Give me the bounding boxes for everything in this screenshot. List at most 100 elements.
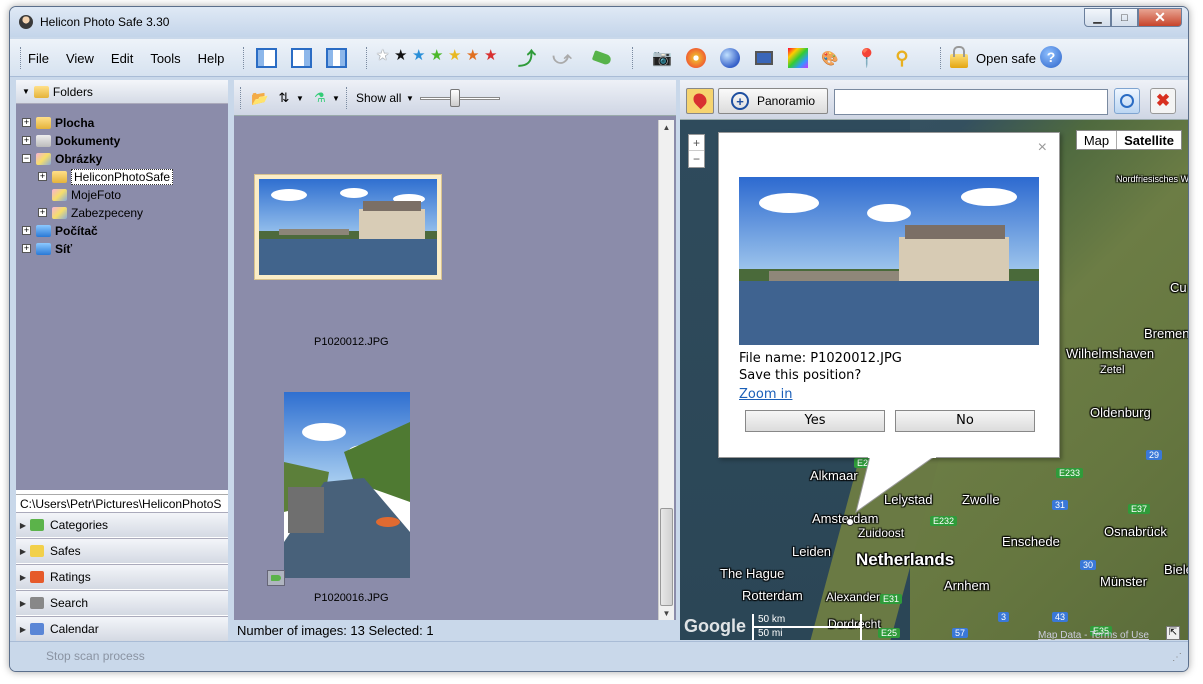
- tag-badge-icon[interactable]: [267, 570, 285, 586]
- popup-zoom-link[interactable]: Zoom in: [739, 387, 792, 402]
- map-pin-icon[interactable]: ⚲: [890, 46, 914, 70]
- tree-item-zabezpeceny[interactable]: + Zabezpeceny: [38, 204, 143, 221]
- tree-item-pocitac[interactable]: + Počítač: [22, 222, 98, 239]
- folders-title: Folders: [52, 84, 93, 99]
- web-gallery-icon[interactable]: [718, 46, 742, 70]
- sort-dropdown-icon[interactable]: ▼: [296, 94, 304, 103]
- filter-dropdown-icon[interactable]: ▼: [332, 94, 340, 103]
- map-resize-icon[interactable]: ⇱: [1166, 626, 1180, 640]
- camera-import-icon[interactable]: 📷: [650, 46, 674, 70]
- menu-tools[interactable]: Tools: [150, 51, 180, 66]
- open-safe-button[interactable]: Open safe: [950, 46, 1036, 70]
- stop-scan-button[interactable]: Stop scan process: [46, 649, 145, 663]
- rating-1-icon[interactable]: ★: [394, 48, 407, 63]
- accordion-categories[interactable]: ▶ Categories: [16, 512, 228, 537]
- menu-file[interactable]: File: [28, 51, 49, 66]
- show-all-arrow-icon[interactable]: ▼: [406, 94, 414, 103]
- folder-icon: [36, 116, 51, 129]
- zoom-out-button[interactable]: −: [689, 151, 704, 167]
- accordion-ratings[interactable]: ▶ Ratings: [16, 564, 228, 589]
- location-marker-icon[interactable]: [846, 518, 854, 526]
- map-attribution[interactable]: Map Data - Terms of Use: [1038, 630, 1149, 640]
- editor-icon[interactable]: [786, 46, 810, 70]
- expand-icon[interactable]: +: [22, 136, 31, 145]
- rating-5-icon[interactable]: ★: [466, 48, 479, 63]
- tree-item-heliconphotosafe[interactable]: + HeliconPhotoSafe: [38, 168, 174, 185]
- accordion-search[interactable]: ▶ Search: [16, 590, 228, 615]
- folders-header[interactable]: ▼ Folders: [16, 80, 228, 104]
- menu-help[interactable]: Help: [198, 51, 225, 66]
- map-search-button[interactable]: [1114, 88, 1140, 114]
- map-view[interactable]: Nordfriesisches Wattenmeer Bremen Wilhel…: [680, 120, 1188, 640]
- tree-item-mojefoto[interactable]: MojeFoto: [52, 186, 121, 203]
- rating-2-icon[interactable]: ★: [412, 48, 425, 63]
- burn-disc-icon[interactable]: [684, 46, 708, 70]
- browser-status: Number of images: 13 Selected: 1: [234, 620, 676, 640]
- expand-icon[interactable]: +: [22, 244, 31, 253]
- map-search-input[interactable]: [834, 89, 1108, 115]
- layout-right-pane-icon[interactable]: [289, 46, 313, 70]
- scrollbar-thumb[interactable]: [660, 508, 673, 606]
- clear-search-button[interactable]: ✖: [1150, 88, 1176, 114]
- folder-up-icon[interactable]: 📂: [248, 86, 272, 110]
- minimize-button[interactable]: ▁: [1084, 8, 1111, 27]
- expand-icon[interactable]: +: [38, 208, 47, 217]
- popup-yes-button[interactable]: Yes: [745, 410, 885, 432]
- add-marker-button[interactable]: [686, 88, 714, 114]
- map-type-satellite-button[interactable]: Satellite: [1117, 131, 1181, 149]
- toolbar-grip[interactable]: [20, 47, 23, 69]
- layout-left-pane-icon[interactable]: [254, 46, 278, 70]
- toolbar-grip[interactable]: [243, 47, 246, 69]
- status-bar: Stop scan process ⋰: [10, 641, 1188, 671]
- vertical-scrollbar[interactable]: ▲ ▼: [658, 120, 674, 622]
- filter-icon[interactable]: ⚗: [308, 86, 332, 110]
- menu-view[interactable]: View: [66, 51, 94, 66]
- expand-icon[interactable]: +: [38, 172, 47, 181]
- rating-4-icon[interactable]: ★: [448, 48, 461, 63]
- geotag-icon[interactable]: 📍: [855, 46, 879, 70]
- collapse-icon[interactable]: −: [22, 154, 31, 163]
- maximize-button[interactable]: □: [1111, 8, 1138, 27]
- title-bar[interactable]: Helicon Photo Safe 3.30 ▁ □ ✕: [10, 7, 1188, 37]
- road-shield: 3: [998, 612, 1010, 622]
- tree-item-plocha[interactable]: + Plocha: [22, 114, 94, 131]
- help-icon[interactable]: ?: [1040, 46, 1062, 68]
- toolbar-grip[interactable]: [240, 87, 243, 109]
- tree-item-dokumenty[interactable]: + Dokumenty: [22, 132, 120, 149]
- map-type-map-button[interactable]: Map: [1077, 131, 1118, 149]
- toolbar-grip[interactable]: [632, 47, 635, 69]
- show-all-dropdown[interactable]: Show all: [356, 91, 401, 105]
- rating-0-icon[interactable]: ★: [376, 48, 389, 63]
- slideshow-icon[interactable]: [752, 46, 776, 70]
- rating-3-icon[interactable]: ★: [430, 48, 443, 63]
- rating-6-icon[interactable]: ★: [484, 48, 497, 63]
- scroll-up-icon[interactable]: ▲: [659, 120, 674, 136]
- sort-icon[interactable]: ⇅: [272, 86, 296, 110]
- thumbnail-selected[interactable]: [254, 174, 442, 280]
- thumbnail[interactable]: [284, 392, 410, 578]
- resize-grip-icon[interactable]: ⋰: [1172, 652, 1182, 663]
- plugins-icon[interactable]: 🎨: [818, 46, 842, 70]
- thumb-size-handle[interactable]: [450, 89, 460, 107]
- thumb-size-slider[interactable]: [420, 97, 500, 100]
- popup-no-button[interactable]: No: [895, 410, 1035, 432]
- export-icon[interactable]: ⤴: [515, 46, 539, 70]
- layout-three-pane-icon[interactable]: [324, 46, 348, 70]
- toolbar-grip[interactable]: [346, 87, 349, 109]
- share-icon[interactable]: ⤻: [550, 46, 574, 70]
- road-shield: 31: [1052, 500, 1069, 510]
- menu-edit[interactable]: Edit: [111, 51, 133, 66]
- tree-item-sit[interactable]: + Síť: [22, 240, 72, 257]
- accordion-calendar[interactable]: ▶ Calendar: [16, 616, 228, 641]
- close-button[interactable]: ✕: [1138, 8, 1182, 27]
- popup-close-icon[interactable]: ×: [1038, 139, 1047, 157]
- toolbar-grip[interactable]: [940, 47, 943, 69]
- zoom-in-button[interactable]: +: [689, 135, 704, 151]
- tag-icon[interactable]: [590, 46, 614, 70]
- expand-icon[interactable]: +: [22, 118, 31, 127]
- expand-icon[interactable]: +: [22, 226, 31, 235]
- toolbar-grip[interactable]: [366, 47, 369, 69]
- accordion-safes[interactable]: ▶ Safes: [16, 538, 228, 563]
- panoramio-button[interactable]: + Panoramio: [718, 88, 828, 114]
- tree-item-obrazky[interactable]: − Obrázky: [22, 150, 102, 167]
